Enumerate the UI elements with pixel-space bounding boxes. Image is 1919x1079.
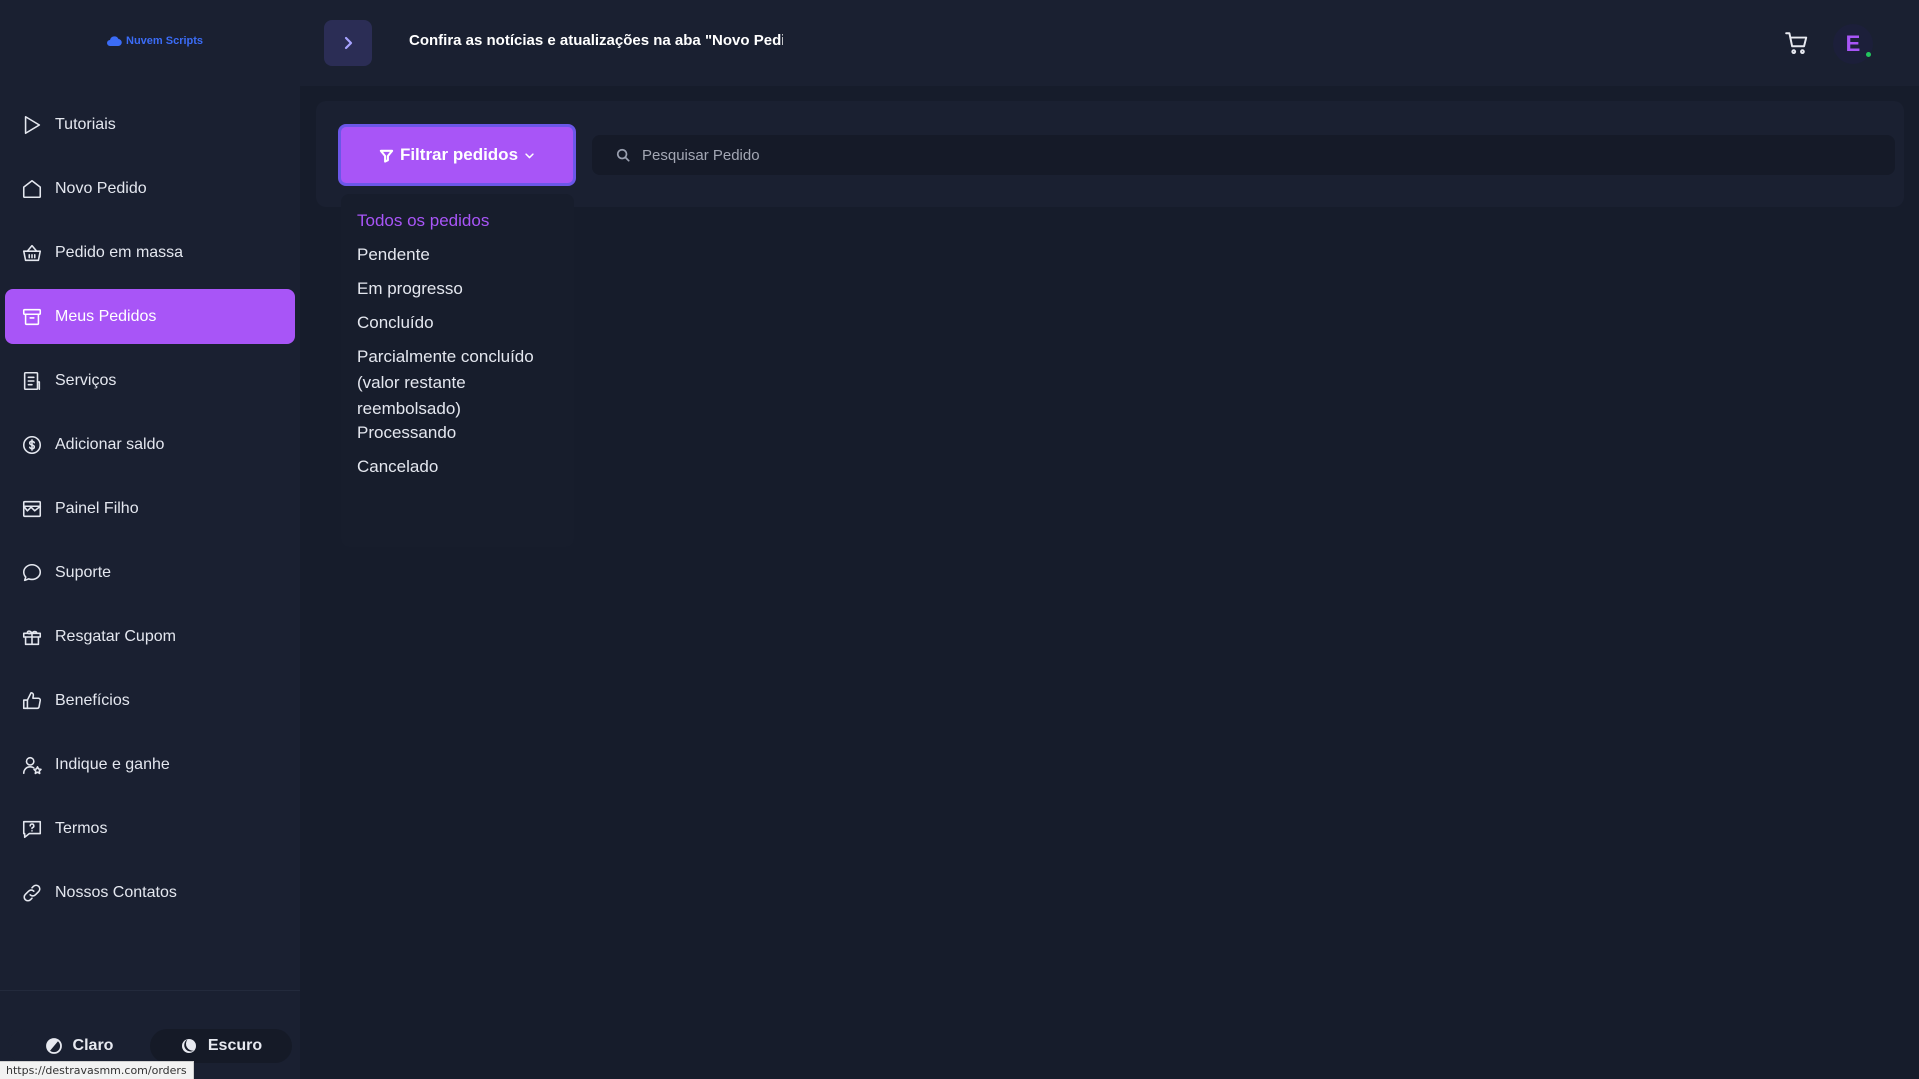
sidebar-item-resgatar-cupom[interactable]: Resgatar Cupom <box>5 609 295 664</box>
chevron-down-icon <box>525 152 534 158</box>
logo-text: Nuvem Scripts <box>126 35 204 47</box>
filter-option-processando[interactable]: Processando <box>357 420 562 446</box>
sidebar-item-meus-pedidos[interactable]: Meus Pedidos <box>5 289 295 344</box>
filter-option-cancelado[interactable]: Cancelado <box>357 454 562 480</box>
sidebar-item-suporte[interactable]: Suporte <box>5 545 295 600</box>
sidebar-toggle-button[interactable] <box>324 20 372 66</box>
user-star-icon <box>21 754 43 776</box>
avatar-letter: E <box>1845 31 1861 56</box>
sidebar-item-label: Suporte <box>55 563 112 581</box>
light-mode-icon <box>45 1038 62 1054</box>
home-icon <box>21 178 43 200</box>
thumbs-up-icon <box>21 690 43 712</box>
theme-dark-button[interactable]: Escuro <box>150 1029 292 1063</box>
search-bar <box>592 135 1895 175</box>
help-message-icon <box>21 818 43 840</box>
theme-dark-label: Escuro <box>207 1037 263 1054</box>
sidebar-item-label: Indique e ganhe <box>55 755 170 773</box>
filter-orders-button[interactable]: Filtrar pedidos <box>338 124 576 186</box>
filter-option-concluido[interactable]: Concluído <box>357 310 562 336</box>
filter-option-todos[interactable]: Todos os pedidos <box>357 208 562 234</box>
theme-toggle: Claro Escuro <box>8 1029 292 1063</box>
coin-icon <box>21 434 43 456</box>
sidebar-item-label: Meus Pedidos <box>55 307 157 325</box>
sidebar-item-label: Serviços <box>55 371 117 389</box>
dark-mode-icon <box>181 1039 196 1053</box>
basket-icon <box>21 242 43 264</box>
announcement-marquee: Confira as notícias e atualizações na ab… <box>409 32 783 49</box>
chevron-right-icon <box>344 36 353 50</box>
sidebar-item-label: Pedido em massa <box>55 243 184 261</box>
filter-option-parcialmente-concluido[interactable]: Parcialmente concluído (valor restante r… <box>357 344 562 422</box>
sidebar-item-novo-pedido[interactable]: Novo Pedido <box>5 161 295 216</box>
sidebar-item-label: Resgatar Cupom <box>55 627 176 645</box>
sidebar-item-label: Novo Pedido <box>55 179 147 197</box>
sidebar-item-label: Adicionar saldo <box>55 435 165 453</box>
search-icon <box>616 148 630 162</box>
sidebar-item-label: Nossos Contatos <box>55 883 177 901</box>
status-bar-url: https://destravasmm.com/orders <box>0 1061 194 1079</box>
sidebar-divider <box>0 990 300 991</box>
sidebar-item-indique-e-ganhe[interactable]: Indique e ganhe <box>5 737 295 792</box>
sidebar-item-label: Tutoriais <box>55 115 116 133</box>
cloud-icon <box>107 36 122 47</box>
theme-light-label: Claro <box>72 1037 114 1054</box>
filter-option-em-progresso[interactable]: Em progresso <box>357 276 562 302</box>
online-status-dot <box>1866 52 1871 57</box>
filter-button-label: Filtrar pedidos <box>399 145 519 164</box>
app-logo[interactable]: Nuvem Scripts <box>106 33 203 49</box>
filter-dropdown-menu: Todos os pedidos Pendente Em progresso C… <box>341 194 574 547</box>
chat-icon <box>21 562 43 584</box>
archive-icon <box>21 306 43 328</box>
sidebar-item-label: Painel Filho <box>55 499 139 517</box>
sidebar-item-label: Benefícios <box>55 691 130 709</box>
user-avatar[interactable]: E <box>1833 24 1873 64</box>
list-icon <box>21 370 43 392</box>
sidebar-item-tutoriais[interactable]: Tutoriais <box>5 97 295 152</box>
top-header: Confira as notícias e atualizações na ab… <box>300 0 1919 86</box>
store-icon <box>21 498 43 520</box>
sidebar-item-adicionar-saldo[interactable]: Adicionar saldo <box>5 417 295 472</box>
filter-icon <box>379 149 394 163</box>
sidebar-item-pedido-em-massa[interactable]: Pedido em massa <box>5 225 295 280</box>
sidebar-item-nossos-contatos[interactable]: Nossos Contatos <box>5 865 295 920</box>
sidebar-item-label: Termos <box>55 819 108 837</box>
sidebar: Nuvem Scripts Tutoriais Novo Pedido Pedi… <box>0 0 300 1079</box>
gift-icon <box>21 626 43 648</box>
sidebar-item-servicos[interactable]: Serviços <box>5 353 295 408</box>
search-orders-input[interactable] <box>642 146 1842 164</box>
link-icon <box>21 882 43 904</box>
sidebar-item-painel-filho[interactable]: Painel Filho <box>5 481 295 536</box>
play-icon <box>21 114 43 136</box>
theme-light-button[interactable]: Claro <box>8 1029 150 1063</box>
cart-icon <box>1785 32 1808 55</box>
filter-option-pendente[interactable]: Pendente <box>357 242 562 268</box>
sidebar-item-termos[interactable]: Termos <box>5 801 295 856</box>
cart-button[interactable] <box>1784 30 1812 58</box>
sidebar-item-beneficios[interactable]: Benefícios <box>5 673 295 728</box>
